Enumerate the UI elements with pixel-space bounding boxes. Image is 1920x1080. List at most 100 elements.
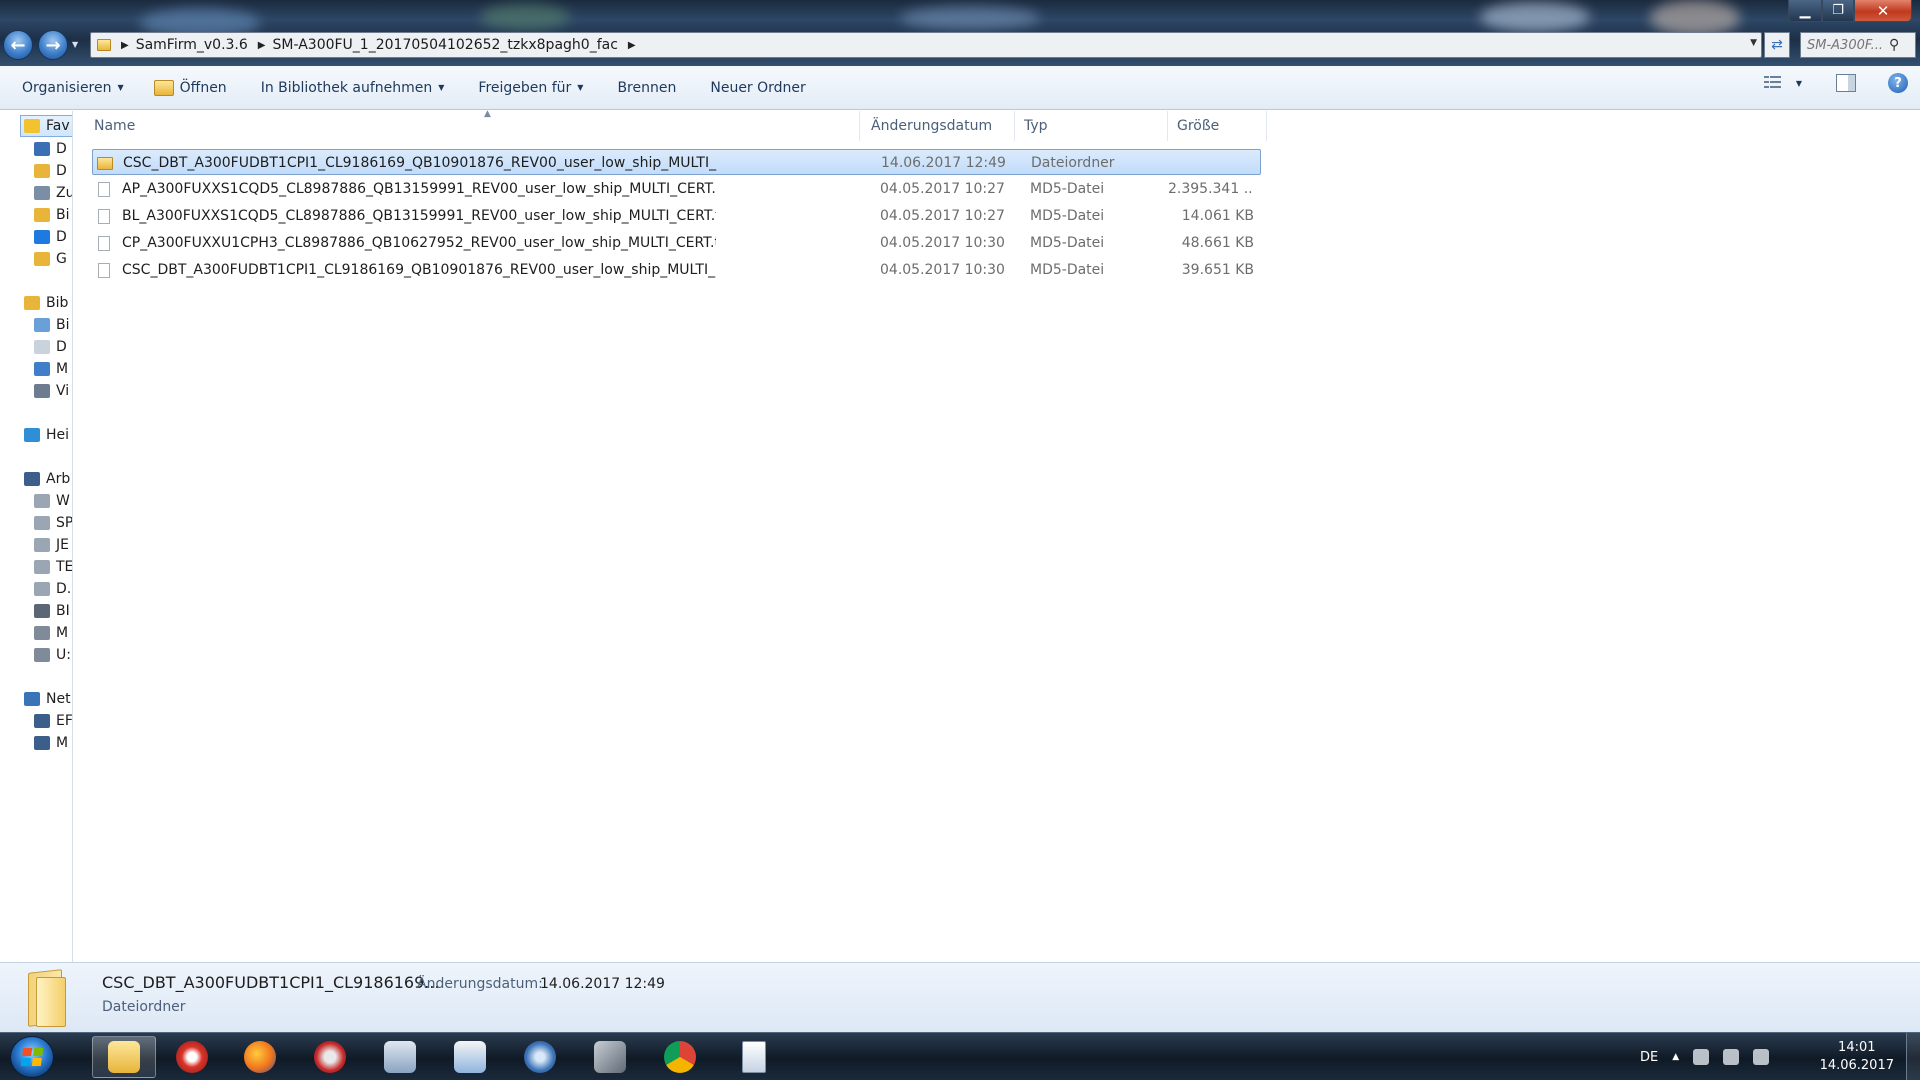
taskbar-app-button[interactable]: [648, 1036, 712, 1078]
breadcrumb-samfirm[interactable]: SamFirm_v0.3.6: [136, 37, 248, 53]
nav-item-label: Hei: [46, 427, 70, 443]
taskbar-app-button[interactable]: [722, 1036, 786, 1078]
nav-item[interactable]: SP: [34, 512, 72, 534]
windows-logo-icon: [20, 1048, 44, 1066]
nav-item[interactable]: M: [34, 732, 68, 754]
nav-item[interactable]: Zu: [34, 182, 72, 204]
view-options-icon[interactable]: [1763, 76, 1782, 90]
file-date: 14.06.2017 12:49: [881, 155, 1006, 171]
taskbar-app-button[interactable]: [368, 1036, 432, 1078]
nav-item[interactable]: G: [34, 248, 67, 270]
search-input[interactable]: [1801, 37, 1889, 53]
address-history-dropdown[interactable]: ▼: [1750, 38, 1757, 48]
nav-item[interactable]: D: [34, 336, 67, 358]
taskbar-app-button[interactable]: [160, 1036, 224, 1078]
nav-item[interactable]: Bi: [34, 204, 70, 226]
chevron-right-icon[interactable]: ▶: [121, 40, 129, 51]
search-icon[interactable]: ⚲: [1889, 37, 1899, 53]
show-hidden-icons-icon[interactable]: ▲: [1672, 1052, 1679, 1062]
maximize-button[interactable]: ❐: [1822, 0, 1854, 22]
network-status-icon[interactable]: [1693, 1049, 1710, 1065]
organize-button[interactable]: Organisieren ▼: [12, 73, 134, 103]
open-button[interactable]: Öffnen: [144, 73, 237, 103]
file-row[interactable]: CP_A300FUXXU1CPH3_CL8987886_QB10627952_R…: [92, 230, 1261, 256]
minimize-button[interactable]: ▁: [1788, 0, 1822, 22]
file-type: Dateiordner: [1031, 155, 1115, 171]
nav-item[interactable]: EF: [34, 710, 72, 732]
taskbar-app-button[interactable]: [298, 1036, 362, 1078]
file-row[interactable]: AP_A300FUXXS1CQD5_CL8987886_QB13159991_R…: [92, 176, 1261, 202]
dropbox-tray-icon[interactable]: [1753, 1049, 1770, 1065]
taskbar-app-button[interactable]: [508, 1036, 572, 1078]
taskbar-app-button[interactable]: [228, 1036, 292, 1078]
file-type: MD5-Datei: [1030, 208, 1105, 224]
homegroup-icon: [24, 428, 40, 442]
file-name: AP_A300FUXXS1CQD5_CL8987886_QB13159991_R…: [122, 181, 716, 197]
column-header-size[interactable]: Größe: [1171, 111, 1267, 141]
help-button[interactable]: ?: [1888, 73, 1908, 93]
chrome-icon: [664, 1041, 696, 1073]
column-header-type[interactable]: Typ: [1018, 111, 1168, 141]
drive-icon: [34, 560, 50, 574]
folder-large-icon: [24, 969, 70, 1027]
refresh-button[interactable]: ⇄: [1764, 32, 1790, 58]
nav-item[interactable]: D: [34, 138, 67, 160]
nav-item[interactable]: D: [34, 160, 67, 182]
documents-library-icon: [34, 340, 50, 354]
nav-item[interactable]: Fav: [20, 115, 72, 137]
caret-down-icon: ▼: [117, 83, 124, 92]
nav-item[interactable]: Bib: [24, 292, 68, 314]
show-desktop-button[interactable]: [1906, 1033, 1920, 1080]
nav-item[interactable]: D.: [34, 578, 71, 600]
folder-icon: [34, 208, 50, 222]
arrow-left-icon: ←: [10, 34, 26, 56]
column-header-name[interactable]: Name: [88, 111, 860, 141]
clock-time: 14:01: [1838, 1040, 1876, 1055]
clock[interactable]: 14:01 14.06.2017: [1820, 1039, 1894, 1075]
taskbar-app-button[interactable]: [92, 1036, 156, 1078]
close-button[interactable]: ✕: [1854, 0, 1912, 22]
caret-down-icon[interactable]: ▼: [1796, 79, 1802, 88]
file-row[interactable]: CSC_DBT_A300FUDBT1CPI1_CL9186169_QB10901…: [92, 257, 1261, 283]
nav-item[interactable]: Hei: [24, 424, 69, 446]
volume-icon[interactable]: [1723, 1049, 1740, 1065]
recent-pages-dropdown[interactable]: ▼: [72, 40, 78, 49]
firefox-icon: [244, 1041, 276, 1073]
nav-item[interactable]: BI: [34, 600, 70, 622]
nav-item[interactable]: M: [34, 358, 68, 380]
nav-item[interactable]: TE: [34, 556, 72, 578]
include-in-library-button[interactable]: In Bibliothek aufnehmen ▼: [251, 73, 455, 103]
start-button[interactable]: [10, 1036, 54, 1078]
nav-item[interactable]: W: [34, 490, 70, 512]
nav-item[interactable]: U:: [34, 644, 71, 666]
address-bar[interactable]: ▶ SamFirm_v0.3.6 ▶ SM-A300FU_1_201705041…: [90, 32, 1762, 58]
file-row[interactable]: CSC_DBT_A300FUDBT1CPI1_CL9186169_QB10901…: [92, 149, 1261, 175]
nav-item[interactable]: D: [34, 226, 67, 248]
breadcrumb-current-folder[interactable]: SM-A300FU_1_20170504102652_tzkx8pagh0_fa…: [273, 37, 618, 53]
taskbar-app-button[interactable]: [578, 1036, 642, 1078]
nav-item[interactable]: JE: [34, 534, 69, 556]
chevron-right-icon[interactable]: ▶: [258, 40, 266, 51]
new-folder-label: Neuer Ordner: [710, 79, 806, 96]
nav-item[interactable]: M: [34, 622, 68, 644]
nav-item[interactable]: Bi: [34, 314, 70, 336]
column-header-date[interactable]: Änderungsdatum: [865, 111, 1015, 141]
explorer-icon: [108, 1041, 140, 1073]
nav-item[interactable]: Arb: [24, 468, 70, 490]
star-icon: [24, 119, 40, 133]
taskbar-app-button[interactable]: [438, 1036, 502, 1078]
input-language-indicator[interactable]: DE: [1640, 1050, 1658, 1065]
new-folder-button[interactable]: Neuer Ordner: [700, 73, 815, 103]
folder-icon: [97, 156, 113, 170]
share-with-button[interactable]: Freigeben für ▼: [468, 73, 593, 103]
nav-item[interactable]: Vi: [34, 380, 69, 402]
forward-button[interactable]: →: [38, 30, 68, 60]
preview-pane-icon[interactable]: [1836, 74, 1856, 92]
chevron-right-icon[interactable]: ▶: [628, 40, 636, 51]
nav-item[interactable]: Net: [24, 688, 71, 710]
back-button[interactable]: ←: [3, 30, 33, 60]
burn-button[interactable]: Brennen: [607, 73, 686, 103]
search-box[interactable]: ⚲: [1800, 32, 1916, 58]
file-size: 39.651 KB: [1181, 262, 1254, 278]
file-row[interactable]: BL_A300FUXXS1CQD5_CL8987886_QB13159991_R…: [92, 203, 1261, 229]
